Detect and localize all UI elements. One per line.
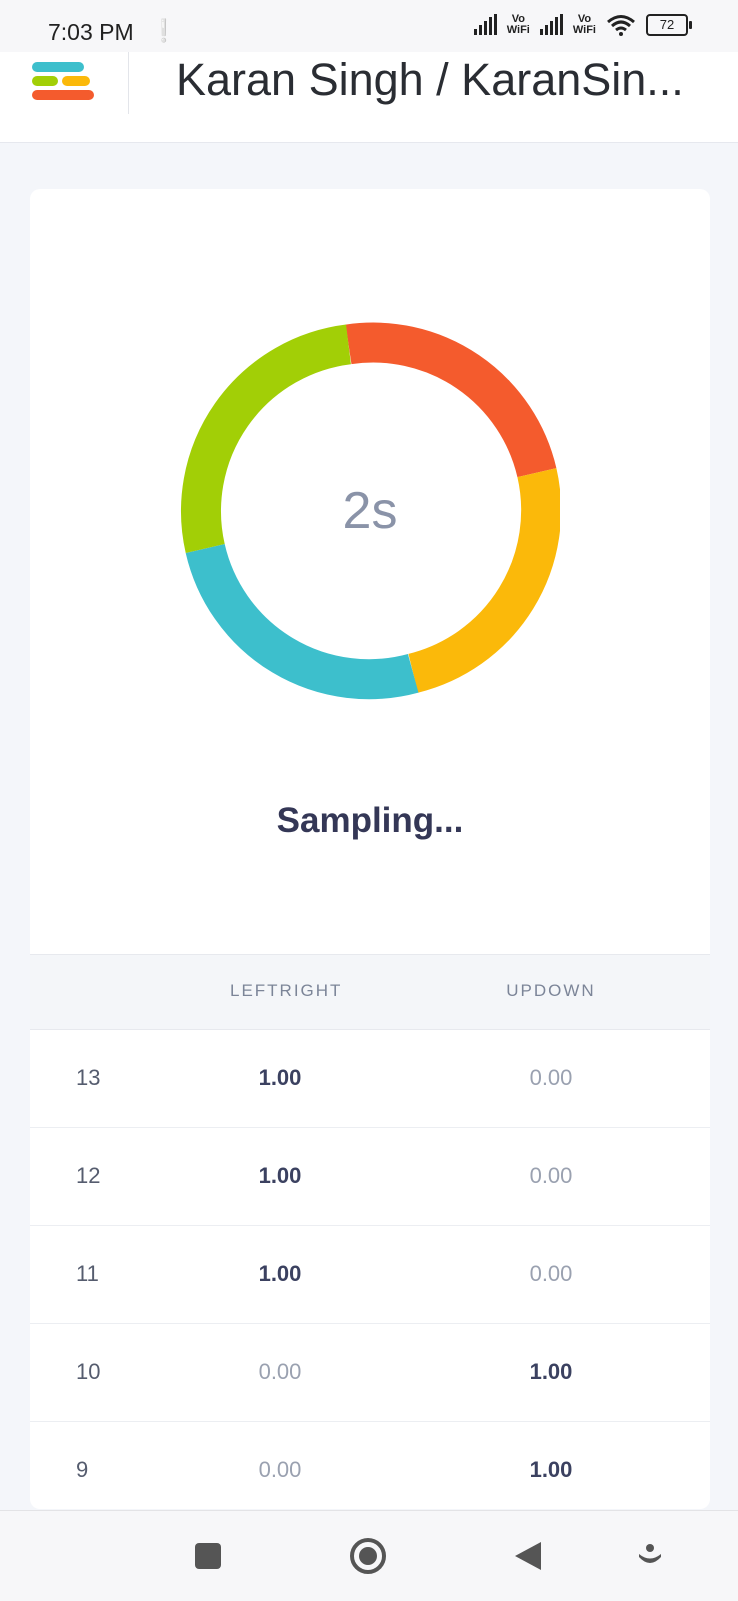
row-leftright: 1.00 <box>258 1163 302 1188</box>
back-triangle-icon <box>515 1542 541 1570</box>
wifi-icon <box>607 15 635 36</box>
table-row: 11 1.00 0.00 <box>30 1225 710 1324</box>
status-bar: 7:03 PM ❕ Vo WiFi Vo WiFi 72 <box>0 0 738 52</box>
accessibility-button[interactable] <box>620 1511 680 1601</box>
home-circle-icon <box>350 1538 386 1574</box>
battery-icon: 72 <box>646 14 692 36</box>
row-leftright: 0.00 <box>258 1457 302 1482</box>
row-index: 13 <box>76 1065 101 1090</box>
vowifi-icon: Vo WiFi <box>506 13 530 36</box>
status-time: 7:03 PM <box>48 19 134 45</box>
sampling-status: Sampling... <box>276 801 464 840</box>
accessibility-icon <box>639 1544 661 1563</box>
back-button[interactable] <box>498 1511 558 1601</box>
table-row: 9 0.00 1.00 <box>30 1421 710 1519</box>
row-index: 11 <box>76 1261 99 1286</box>
countdown-text: 2s <box>342 482 398 540</box>
home-button[interactable] <box>338 1511 398 1601</box>
row-updown: 0.00 <box>529 1065 573 1090</box>
row-leftright: 0.00 <box>258 1359 302 1384</box>
app-logo-icon[interactable] <box>32 58 96 102</box>
page-title: Karan Singh / KaranSin... <box>176 54 684 105</box>
notification-icon: ❕ <box>150 18 178 43</box>
row-index: 9 <box>76 1457 89 1482</box>
signal-icon <box>473 14 497 35</box>
system-nav-bar <box>0 1510 738 1601</box>
status-icons: Vo WiFi Vo WiFi 72 <box>473 13 692 36</box>
row-leftright: 1.00 <box>258 1065 302 1090</box>
recents-button[interactable] <box>178 1511 238 1601</box>
row-leftright: 1.00 <box>258 1261 302 1286</box>
table-header: LEFTRIGHT UPDOWN <box>30 954 710 1030</box>
header-divider <box>128 52 129 114</box>
row-index: 10 <box>76 1359 101 1384</box>
vowifi-icon: Vo WiFi <box>572 13 596 36</box>
app-header: Karan Singh / KaranSin... <box>0 52 738 143</box>
sampling-card: 2s Sampling... LEFTRIGHT UPDOWN 13 1.00 … <box>30 189 710 1509</box>
table-row: 10 0.00 1.00 <box>30 1323 710 1422</box>
row-updown: 1.00 <box>529 1457 573 1482</box>
row-updown: 1.00 <box>529 1359 573 1384</box>
row-updown: 0.00 <box>529 1261 573 1286</box>
countdown-ring: 2s <box>180 321 562 701</box>
column-header-leftright: LEFTRIGHT <box>230 981 343 1000</box>
column-header-updown: UPDOWN <box>506 981 596 1000</box>
signal-icon <box>539 14 563 35</box>
table-row: 13 1.00 0.00 <box>30 1029 710 1128</box>
table-row: 12 1.00 0.00 <box>30 1127 710 1226</box>
square-icon <box>195 1543 221 1569</box>
row-index: 12 <box>76 1163 101 1188</box>
row-updown: 0.00 <box>529 1163 573 1188</box>
